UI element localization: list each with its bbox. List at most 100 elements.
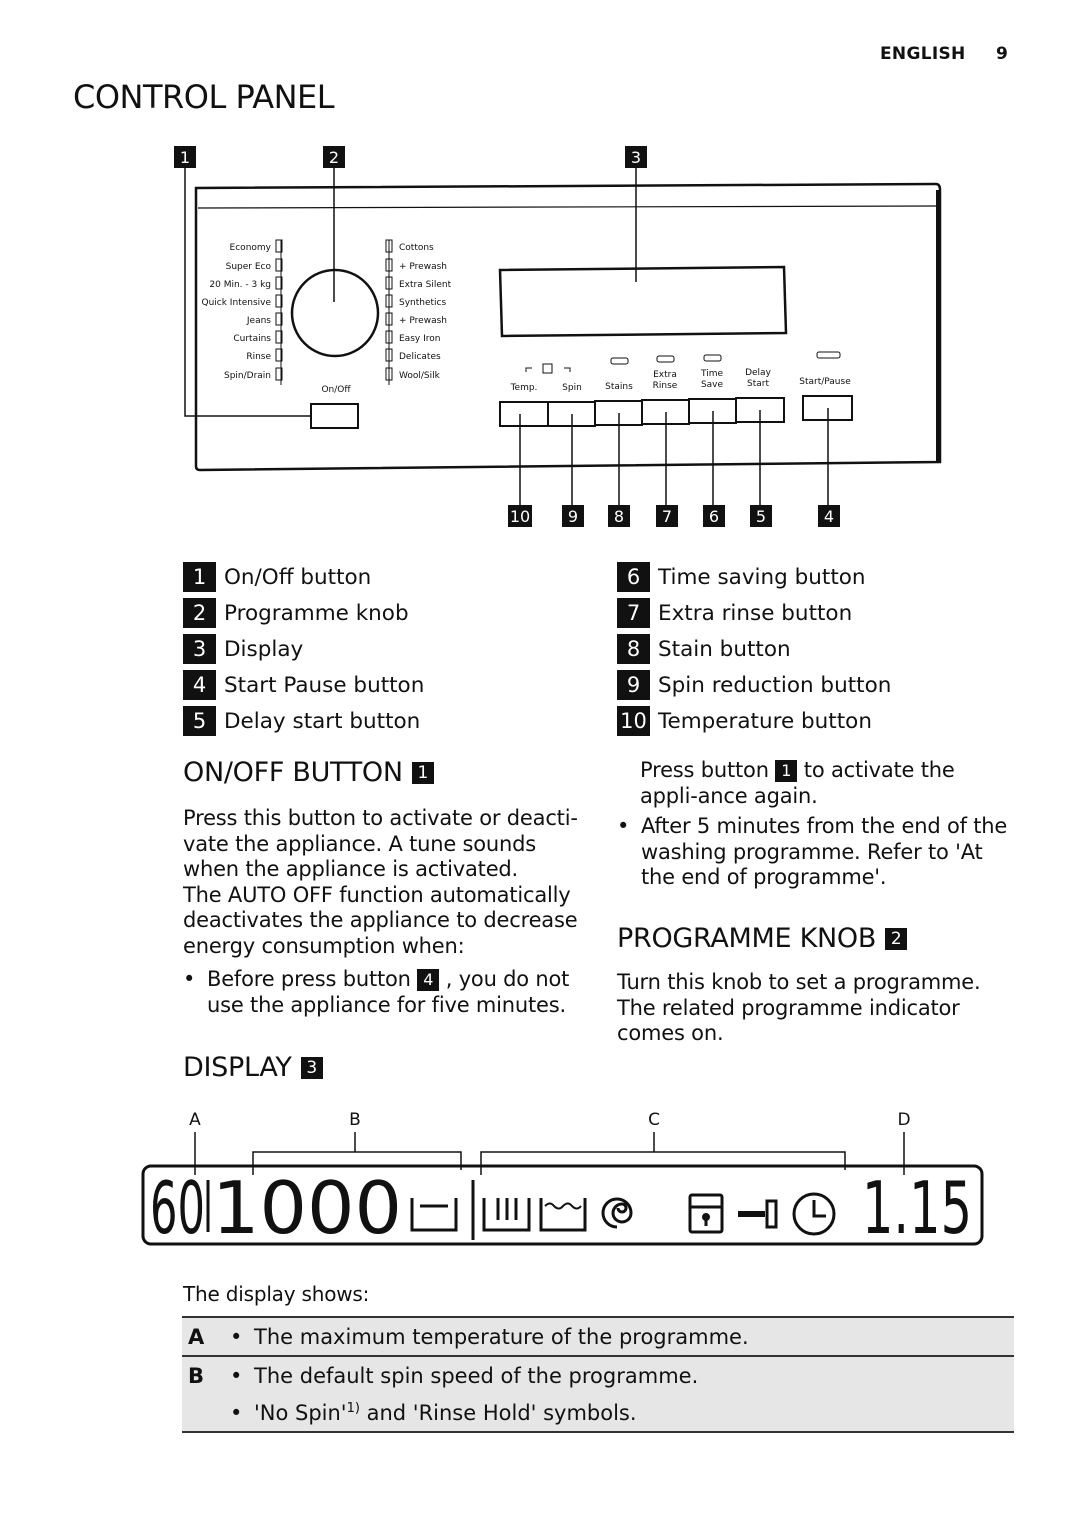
programme-label: Super Eco <box>226 262 272 272</box>
legend-right: 6 Time saving button 7 Extra rinse button 8 S… <box>617 559 891 739</box>
callout-10: 10 <box>510 507 530 526</box>
label-c: C <box>648 1110 660 1130</box>
table-row: 'No Spin'1) and 'Rinse Hold' symbols. <box>182 1394 1014 1433</box>
display-heading: DISPLAY 3 <box>183 1052 323 1083</box>
legend-item: 8 Stain button <box>617 631 891 667</box>
spin-label: Spin <box>562 383 582 393</box>
legend-item: 6 Time saving button <box>617 559 891 595</box>
legend-number: 9 <box>617 670 650 700</box>
label-d: D <box>897 1110 910 1130</box>
legend-item: 7 Extra rinse button <box>617 595 891 631</box>
display-heading-wrap: DISPLAY 3 <box>183 1052 323 1083</box>
legend-item: 10 Temperature button <box>617 703 891 739</box>
onoff-bullet-2: After 5 minutes from the end of the wash… <box>617 814 1017 891</box>
table-row: BThe default spin speed of the programme… <box>182 1355 1014 1394</box>
onoff-section-continued: Press button 1 to activate the appli-anc… <box>617 758 1017 891</box>
no-spin-icon <box>410 1198 458 1232</box>
callout-5: 5 <box>756 507 766 526</box>
callout-6: 6 <box>709 507 719 526</box>
time-readout: 1.15 <box>862 1166 972 1250</box>
on-off-label: On/Off <box>321 385 351 395</box>
legend-item: 4 Start Pause button <box>183 667 424 703</box>
callout-1: 1 <box>180 148 190 167</box>
programme-label: 20 Min. - 3 kg <box>209 280 271 290</box>
programme-label: Curtains <box>233 334 271 344</box>
legend-number: 1 <box>183 562 216 592</box>
temperature-readout: 60 <box>150 1166 205 1250</box>
legend-item: 1 On/Off button <box>183 559 424 595</box>
on-off-button <box>310 403 359 429</box>
display-shows-label: The display shows: <box>183 1282 370 1306</box>
programme-knob <box>290 268 380 358</box>
ref-badge: 2 <box>885 927 908 950</box>
ref-badge: 1 <box>411 761 434 784</box>
label-a: A <box>189 1110 201 1130</box>
onoff-paragraph-1: Press this button to activate or deacti-… <box>183 806 578 881</box>
delay-start-label-2: Start <box>747 379 769 389</box>
callout-3: 3 <box>631 148 641 167</box>
label-b: B <box>349 1110 361 1130</box>
legend-label: Temperature button <box>658 708 872 734</box>
stains-spiral-icon <box>601 1197 633 1229</box>
legend-label: Extra rinse button <box>658 600 853 626</box>
legend-number: 8 <box>617 634 650 664</box>
programme-label: Cottons <box>399 243 434 253</box>
row-item: The default spin speed of the programme. <box>230 1364 1008 1388</box>
legend-item: 5 Delay start button <box>183 703 424 739</box>
onoff-heading: ON/OFF BUTTON 1 <box>183 757 583 788</box>
callouts-top: 1 2 3 <box>174 146 647 168</box>
legend-label: Programme knob <box>224 600 409 626</box>
onoff-paragraph-2: The AUTO OFF function automatically deac… <box>183 882 578 958</box>
programme-label: Rinse <box>246 352 271 362</box>
extra-rinse-label: Extra <box>653 370 677 380</box>
stains-label: Stains <box>605 382 633 392</box>
programme-label: Quick Intensive <box>202 298 272 308</box>
legend-item: 9 Spin reduction button <box>617 667 891 703</box>
legend-label: Display <box>224 636 304 662</box>
legend-number: 2 <box>183 598 216 628</box>
row-item: 'No Spin'1) and 'Rinse Hold' symbols. <box>230 1401 1008 1425</box>
programme-label: Wool/Silk <box>399 371 441 381</box>
callout-4: 4 <box>824 507 834 526</box>
legend-label: Delay start button <box>224 708 421 734</box>
callout-9: 9 <box>568 507 578 526</box>
programme-label: + Prewash <box>399 262 447 272</box>
knob-heading: PROGRAMME KNOB 2 <box>617 923 1017 954</box>
display-window <box>498 265 788 338</box>
time-save-label: Time <box>700 369 723 379</box>
callout-2: 2 <box>329 148 339 167</box>
ref-badge: 4 <box>417 969 440 991</box>
legend-number: 10 <box>617 706 650 736</box>
row-item: The maximum temperature of the programme… <box>230 1325 1008 1349</box>
programme-label: Delicates <box>399 352 441 362</box>
display-diagram: A B C D 60 1000 1.15 <box>141 1110 984 1250</box>
spin-readout: 1000 <box>212 1166 402 1250</box>
knob-section: PROGRAMME KNOB 2 Turn this knob to set a … <box>617 923 1017 1047</box>
programme-label: Easy Iron <box>399 334 440 344</box>
onoff-section: ON/OFF BUTTON 1 Press this button to acti… <box>183 757 583 1018</box>
programme-label: + Prewash <box>399 316 447 326</box>
programme-label: Spin/Drain <box>224 371 271 381</box>
legend-left: 1 On/Off button 2 Programme knob 3 Display 4 St… <box>183 559 424 739</box>
legend-number: 3 <box>183 634 216 664</box>
legend-label: Time saving button <box>658 564 866 590</box>
legend-label: Spin reduction button <box>658 672 892 698</box>
programme-label: Extra Silent <box>399 280 452 290</box>
row-key: A <box>182 1316 224 1356</box>
programme-label: Jeans <box>246 316 271 326</box>
programme-label: Economy <box>230 243 272 253</box>
legend-number: 4 <box>183 670 216 700</box>
table-row: AThe maximum temperature of the programm… <box>182 1316 1014 1356</box>
row-key: B <box>182 1355 224 1394</box>
prewash-icon <box>539 1198 587 1232</box>
display-table: AThe maximum temperature of the programm… <box>182 1316 1014 1433</box>
legend-number: 5 <box>183 706 216 736</box>
knob-paragraph: Turn this knob to set a programme. The r… <box>617 970 981 1045</box>
onoff-bullet-1: Before press button 4 , you do not use t… <box>183 967 583 1018</box>
legend-item: 3 Display <box>183 631 424 667</box>
temp-label: Temp. <box>510 383 538 393</box>
legend-number: 6 <box>617 562 650 592</box>
control-panel-diagram: 1 2 3 10 9 8 7 6 5 4 Economy CottonsSupe… <box>174 146 942 527</box>
legend-item: 2 Programme knob <box>183 595 424 631</box>
legend-number: 7 <box>617 598 650 628</box>
